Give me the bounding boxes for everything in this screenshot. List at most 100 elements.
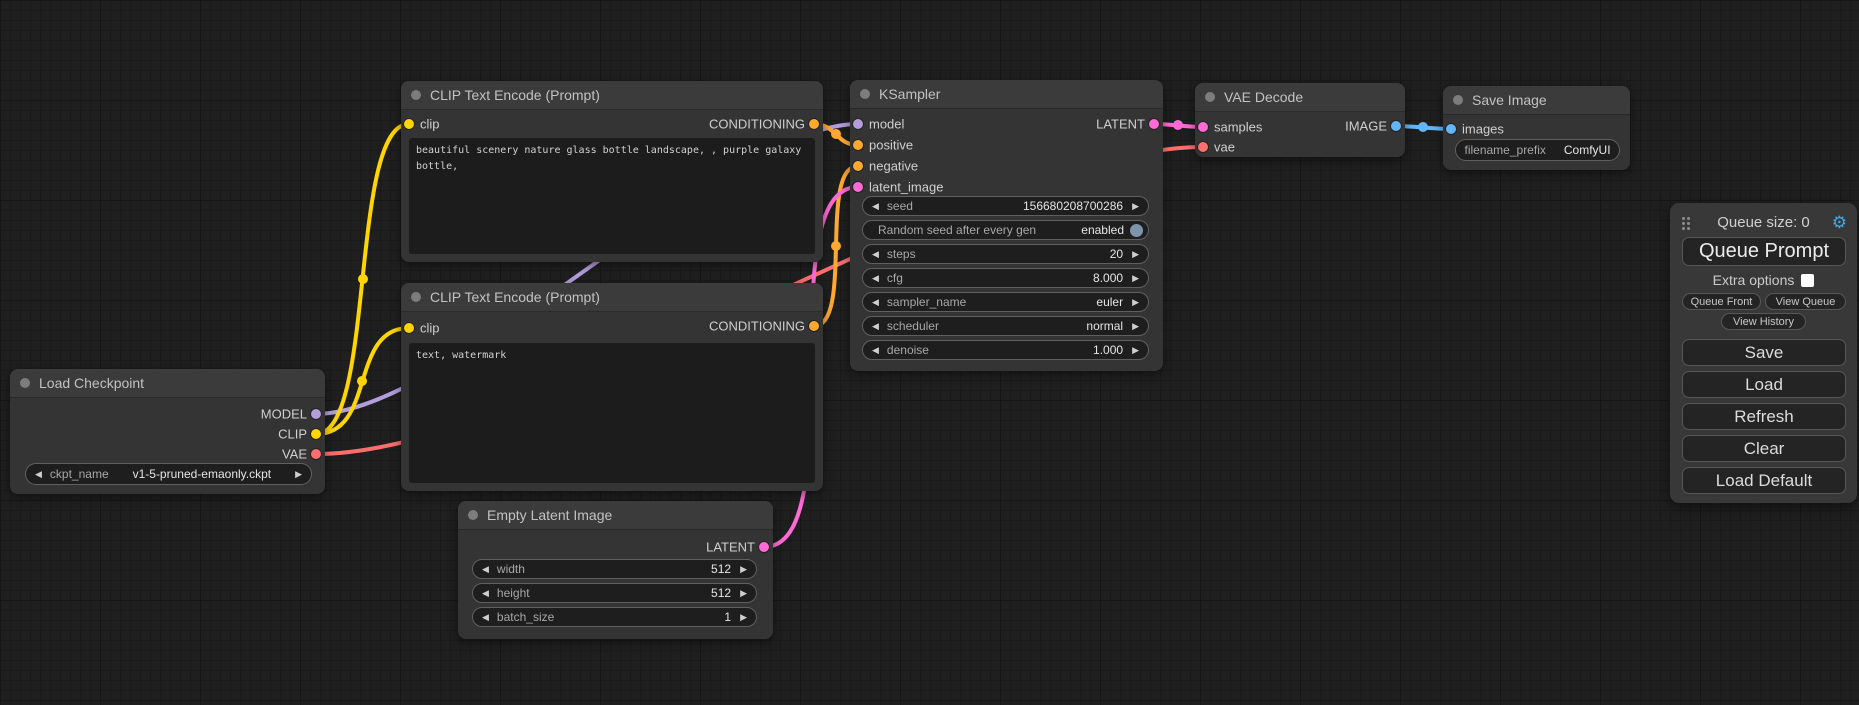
link-midpoint-dot[interactable] [358,274,368,284]
width-widget[interactable]: ◀ width 512 ▶ [472,559,757,579]
collapse-dot[interactable] [411,292,421,302]
stepper-right-icon[interactable]: ▶ [1132,321,1139,332]
conditioning-output-port[interactable] [809,119,819,129]
stepper-left-icon[interactable]: ◀ [482,588,489,599]
save-button[interactable]: Save [1682,339,1846,366]
collapse-dot[interactable] [20,378,30,388]
stepper-right-icon[interactable]: ▶ [740,612,747,623]
node-title-bar[interactable]: Save Image [1443,86,1630,115]
conditioning-output-port[interactable] [809,321,819,331]
scheduler-widget[interactable]: ◀ scheduler normal ▶ [862,316,1149,336]
node-clip-text-encode-negative[interactable]: CLIP Text Encode (Prompt) clip CONDITION… [401,283,823,491]
positive-input-port[interactable] [853,140,863,150]
collapse-dot[interactable] [411,90,421,100]
load-button[interactable]: Load [1682,371,1846,398]
node-graph-canvas[interactable]: { "icons": { "arrow_left": "◀", "arrow_r… [0,0,1859,705]
clip-input-port[interactable] [404,323,414,333]
stepper-left-icon[interactable]: ◀ [872,273,879,284]
collapse-dot[interactable] [1205,92,1215,102]
stepper-left-icon[interactable]: ◀ [482,564,489,575]
ckpt-name-widget[interactable]: ◀ ckpt_name v1-5-pruned-emaonly.ckpt ▶ [25,463,312,485]
queue-prompt-button[interactable]: Queue Prompt [1682,237,1846,266]
cfg-widget[interactable]: ◀ cfg 8.000 ▶ [862,268,1149,288]
samples-input-label: samples [1214,120,1262,135]
widget-label: denoise [887,343,929,357]
node-title-bar[interactable]: KSampler [850,80,1163,109]
toggle-dot[interactable] [1130,224,1143,237]
stepper-right-icon[interactable]: ▶ [1132,297,1139,308]
latent-output-port[interactable] [1149,119,1159,129]
node-title: CLIP Text Encode (Prompt) [430,289,600,305]
stepper-left-icon[interactable]: ◀ [35,469,42,480]
link-midpoint-dot[interactable] [1418,122,1428,132]
stepper-left-icon[interactable]: ◀ [872,249,879,260]
vae-input-port[interactable] [1198,142,1208,152]
random-seed-toggle-widget[interactable]: Random seed after every gen enabled [862,220,1149,240]
link-midpoint-dot[interactable] [831,129,841,139]
stepper-right-icon[interactable]: ▶ [1132,201,1139,212]
stepper-left-icon[interactable]: ◀ [872,321,879,332]
latent-output-port[interactable] [759,542,769,552]
widget-value: enabled [1081,223,1124,237]
filename-prefix-widget[interactable]: filename_prefix ComfyUI [1455,139,1620,161]
denoise-widget[interactable]: ◀ denoise 1.000 ▶ [862,340,1149,360]
height-widget[interactable]: ◀ height 512 ▶ [472,583,757,603]
clip-input-port[interactable] [404,119,414,129]
link-midpoint-dot[interactable] [357,376,367,386]
stepper-right-icon[interactable]: ▶ [1132,345,1139,356]
node-title: Empty Latent Image [487,507,612,523]
widget-label: sampler_name [887,295,966,309]
extra-options-checkbox[interactable] [1801,274,1814,287]
negative-input-port[interactable] [853,161,863,171]
prompt-textarea[interactable]: text, watermark [409,343,815,483]
prompt-textarea[interactable]: beautiful scenery nature glass bottle la… [409,138,815,254]
node-title-bar[interactable]: Empty Latent Image [458,501,773,530]
node-load-checkpoint[interactable]: Load Checkpoint MODEL CLIP VAE ◀ ckpt_na… [10,369,325,494]
images-input-label: images [1462,122,1504,137]
sampler-name-widget[interactable]: ◀ sampler_name euler ▶ [862,292,1149,312]
stepper-left-icon[interactable]: ◀ [872,345,879,356]
model-input-port[interactable] [853,119,863,129]
node-empty-latent-image[interactable]: Empty Latent Image LATENT ◀ width 512 ▶ … [458,501,773,639]
stepper-left-icon[interactable]: ◀ [872,201,879,212]
stepper-right-icon[interactable]: ▶ [1132,273,1139,284]
node-vae-decode[interactable]: VAE Decode samples vae IMAGE [1195,83,1405,157]
stepper-left-icon[interactable]: ◀ [872,297,879,308]
steps-widget[interactable]: ◀ steps 20 ▶ [862,244,1149,264]
node-title-bar[interactable]: CLIP Text Encode (Prompt) [401,81,823,110]
node-save-image[interactable]: Save Image images filename_prefix ComfyU… [1443,86,1630,170]
collapse-dot[interactable] [860,89,870,99]
clip-output-port[interactable] [311,429,321,439]
link-midpoint-dot[interactable] [1173,120,1183,130]
gear-icon[interactable]: ⚙ [1832,212,1847,234]
link-midpoint-dot[interactable] [831,241,841,251]
node-title-bar[interactable]: VAE Decode [1195,83,1405,112]
refresh-button[interactable]: Refresh [1682,403,1846,430]
stepper-right-icon[interactable]: ▶ [740,588,747,599]
stepper-right-icon[interactable]: ▶ [1132,249,1139,260]
widget-value: 1 [724,610,740,624]
collapse-dot[interactable] [468,510,478,520]
view-queue-button[interactable]: View Queue [1765,293,1846,310]
queue-front-button[interactable]: Queue Front [1682,293,1761,310]
load-default-button[interactable]: Load Default [1682,467,1846,494]
node-clip-text-encode-positive[interactable]: CLIP Text Encode (Prompt) clip CONDITION… [401,81,823,262]
stepper-right-icon[interactable]: ▶ [295,469,302,480]
view-history-button[interactable]: View History [1721,313,1806,330]
seed-widget[interactable]: ◀ seed 156680208700286 ▶ [862,196,1149,216]
stepper-right-icon[interactable]: ▶ [740,564,747,575]
node-ksampler[interactable]: KSampler model positive negative latent_… [850,80,1163,371]
batch-size-widget[interactable]: ◀ batch_size 1 ▶ [472,607,757,627]
vae-output-port[interactable] [311,449,321,459]
node-title-bar[interactable]: CLIP Text Encode (Prompt) [401,283,823,312]
collapse-dot[interactable] [1453,95,1463,105]
latent-image-input-port[interactable] [853,182,863,192]
model-output-port[interactable] [311,409,321,419]
node-title-bar[interactable]: Load Checkpoint [10,369,325,398]
samples-input-port[interactable] [1198,122,1208,132]
clip-output-label: CLIP [278,427,307,442]
image-output-port[interactable] [1391,121,1401,131]
stepper-left-icon[interactable]: ◀ [482,612,489,623]
clear-button[interactable]: Clear [1682,435,1846,462]
images-input-port[interactable] [1446,124,1456,134]
